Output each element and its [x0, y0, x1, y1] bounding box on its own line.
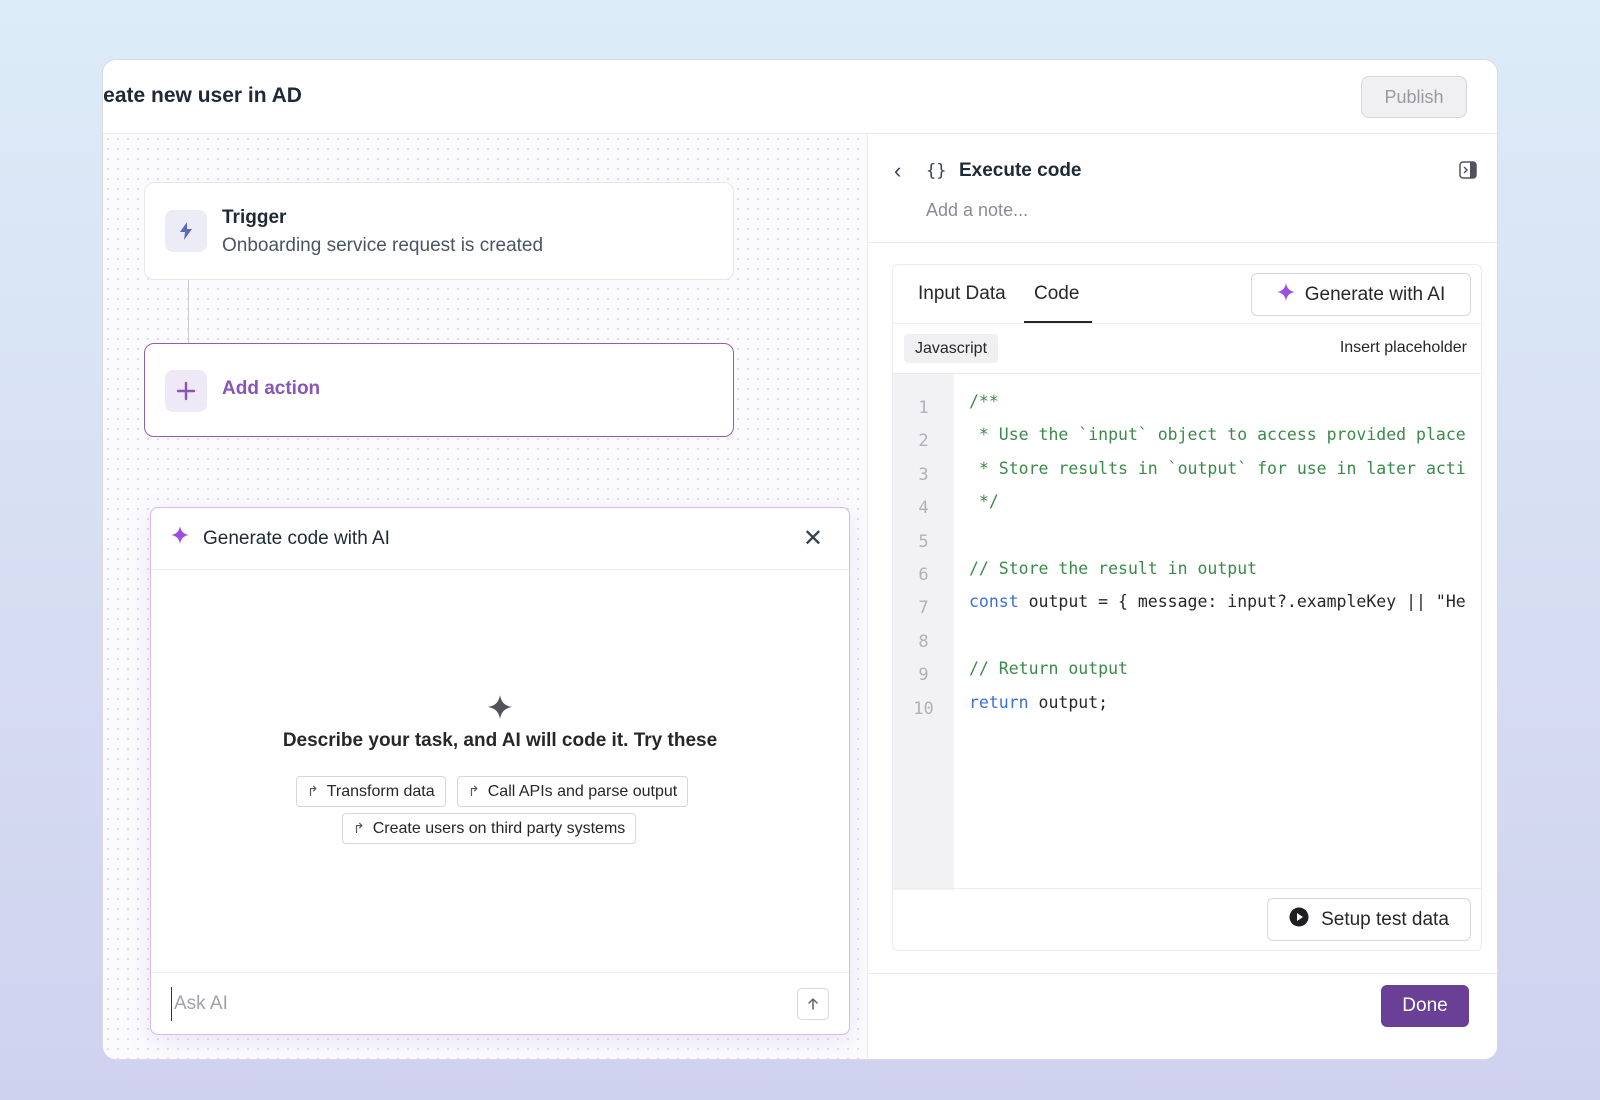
add-action-label: Add action [222, 378, 321, 399]
line-number: 4 [918, 498, 929, 518]
line-number: 3 [918, 465, 929, 485]
ai-input-bar [151, 972, 849, 1034]
code-line: 8 [893, 626, 1481, 659]
tab-input-data[interactable]: Input Data [918, 283, 1006, 305]
code-line: 6 // Store the result in output [893, 559, 1481, 592]
code-line: 1 /** [893, 392, 1481, 425]
sparkle-icon [488, 694, 512, 725]
editor-toolbar: Javascript Insert placeholder [893, 323, 1481, 374]
language-selector[interactable]: Javascript [904, 334, 999, 363]
code-comment: // Return output [969, 659, 1128, 678]
collapse-panel-icon[interactable] [1459, 161, 1477, 184]
line-number: 5 [918, 532, 929, 552]
code-comment: * Use the `input` object to access provi… [969, 425, 1466, 444]
suggestion-label: Create users on third party systems [372, 819, 626, 837]
line-number: 10 [913, 699, 934, 719]
code-text: /** [969, 392, 999, 411]
line-number: 2 [918, 431, 929, 451]
step-title: Execute code [959, 160, 1082, 181]
close-icon[interactable]: ✕ [803, 524, 823, 553]
code-text: * Store results in `output` for use in l… [969, 459, 1466, 478]
step-config-panel: ‹ {} Execute code Add a note... Input Da… [867, 134, 1497, 1059]
insert-placeholder-button[interactable]: Insert placeholder [1340, 339, 1467, 357]
code-keyword: return [969, 693, 1029, 712]
suggestion-chip[interactable]: ↱ Call APIs and parse output [457, 776, 689, 807]
code-line: 4 */ [893, 492, 1481, 525]
suggestion-chip[interactable]: ↱ Create users on third party systems [342, 813, 637, 844]
code-comment: */ [969, 492, 999, 511]
ai-panel-title: Generate code with AI [203, 528, 390, 549]
redirect-arrow-icon: ↱ [468, 783, 480, 799]
sparkle-icon [1276, 282, 1295, 307]
play-icon [1289, 907, 1309, 933]
code-line: 3 * Store results in `output` for use in… [893, 459, 1481, 492]
line-number: 1 [918, 398, 929, 418]
generate-with-ai-button[interactable]: Generate with AI [1251, 273, 1471, 316]
editor-footer: Setup test data [893, 888, 1481, 950]
code-comment: /** [969, 392, 999, 411]
code-text: // Return output [969, 659, 1128, 678]
code-comment: * Store results in `output` for use in l… [969, 459, 1466, 478]
ask-ai-input[interactable] [171, 987, 751, 1021]
setup-label: Setup test data [1321, 908, 1449, 930]
line-number: 9 [918, 665, 929, 685]
sparkle-icon [171, 526, 189, 549]
code-line: 10 return output; [893, 693, 1481, 726]
code-line: 2 * Use the `input` object to access pro… [893, 425, 1481, 458]
app-window: reate new user in AD Publish Trigger Onb… [102, 59, 1498, 1060]
code-text: // Store the result in output [969, 559, 1257, 578]
code-comment: // Store the result in output [969, 559, 1258, 578]
redirect-arrow-icon: ↱ [353, 820, 365, 836]
divider [868, 242, 1497, 243]
code-line: 9 // Return output [893, 659, 1481, 692]
suggestion-label: Call APIs and parse output [487, 782, 678, 800]
workflow-canvas[interactable]: Trigger Onboarding service request is cr… [103, 134, 867, 1059]
chevron-left-icon[interactable]: ‹ [894, 158, 901, 184]
ai-prompt-text: Describe your task, and AI will code it.… [282, 730, 718, 751]
bolt-icon [165, 210, 207, 252]
trigger-title: Trigger [222, 207, 287, 228]
divider [868, 973, 1497, 974]
trigger-node[interactable]: Trigger Onboarding service request is cr… [144, 182, 734, 280]
line-number: 6 [918, 565, 929, 585]
suggestion-label: Transform data [326, 782, 435, 800]
node-connector [188, 280, 189, 343]
suggestion-chip[interactable]: ↱ Transform data [296, 776, 446, 807]
code-line: 5 [893, 526, 1481, 559]
code-braces-icon: {} [926, 161, 947, 181]
ai-code-panel: Generate code with AI ✕ Describe your ta… [150, 507, 850, 1035]
generate-label: Generate with AI [1304, 283, 1446, 305]
code-editor-card: Input Data Code Generate with AI Javascr… [892, 264, 1482, 951]
tab-code[interactable]: Code [1034, 283, 1079, 305]
code-rest: output; [1028, 693, 1109, 712]
code-text: const output = { message: input?.example… [969, 592, 1466, 611]
publish-button[interactable]: Publish [1361, 76, 1467, 118]
code-text: * Use the `input` object to access provi… [969, 425, 1466, 444]
done-button[interactable]: Done [1381, 985, 1469, 1027]
setup-test-data-button[interactable]: Setup test data [1267, 898, 1471, 941]
add-note-field[interactable]: Add a note... [926, 200, 1028, 221]
trigger-subtitle: Onboarding service request is created [222, 235, 544, 256]
line-number: 8 [918, 632, 929, 652]
ai-panel-header: Generate code with AI ✕ [151, 508, 849, 570]
line-number: 7 [918, 598, 929, 618]
code-line: 7 const output = { message: input?.exampl… [893, 592, 1481, 625]
code-text: */ [969, 492, 999, 511]
send-arrow-icon[interactable] [797, 988, 829, 1020]
code-text: return output; [969, 693, 1108, 712]
plus-icon [165, 370, 207, 412]
page-title: reate new user in AD [102, 84, 302, 107]
code-rest: output = { message: input?.exampleKey ||… [1018, 592, 1466, 611]
code-keyword: const [969, 592, 1019, 611]
title-bar: reate new user in AD Publish [103, 60, 1497, 134]
redirect-arrow-icon: ↱ [307, 783, 319, 799]
add-action-node[interactable]: Add action [144, 343, 734, 437]
code-area[interactable]: 1 /** 2 * Use the `input` object to access… [893, 374, 1481, 890]
